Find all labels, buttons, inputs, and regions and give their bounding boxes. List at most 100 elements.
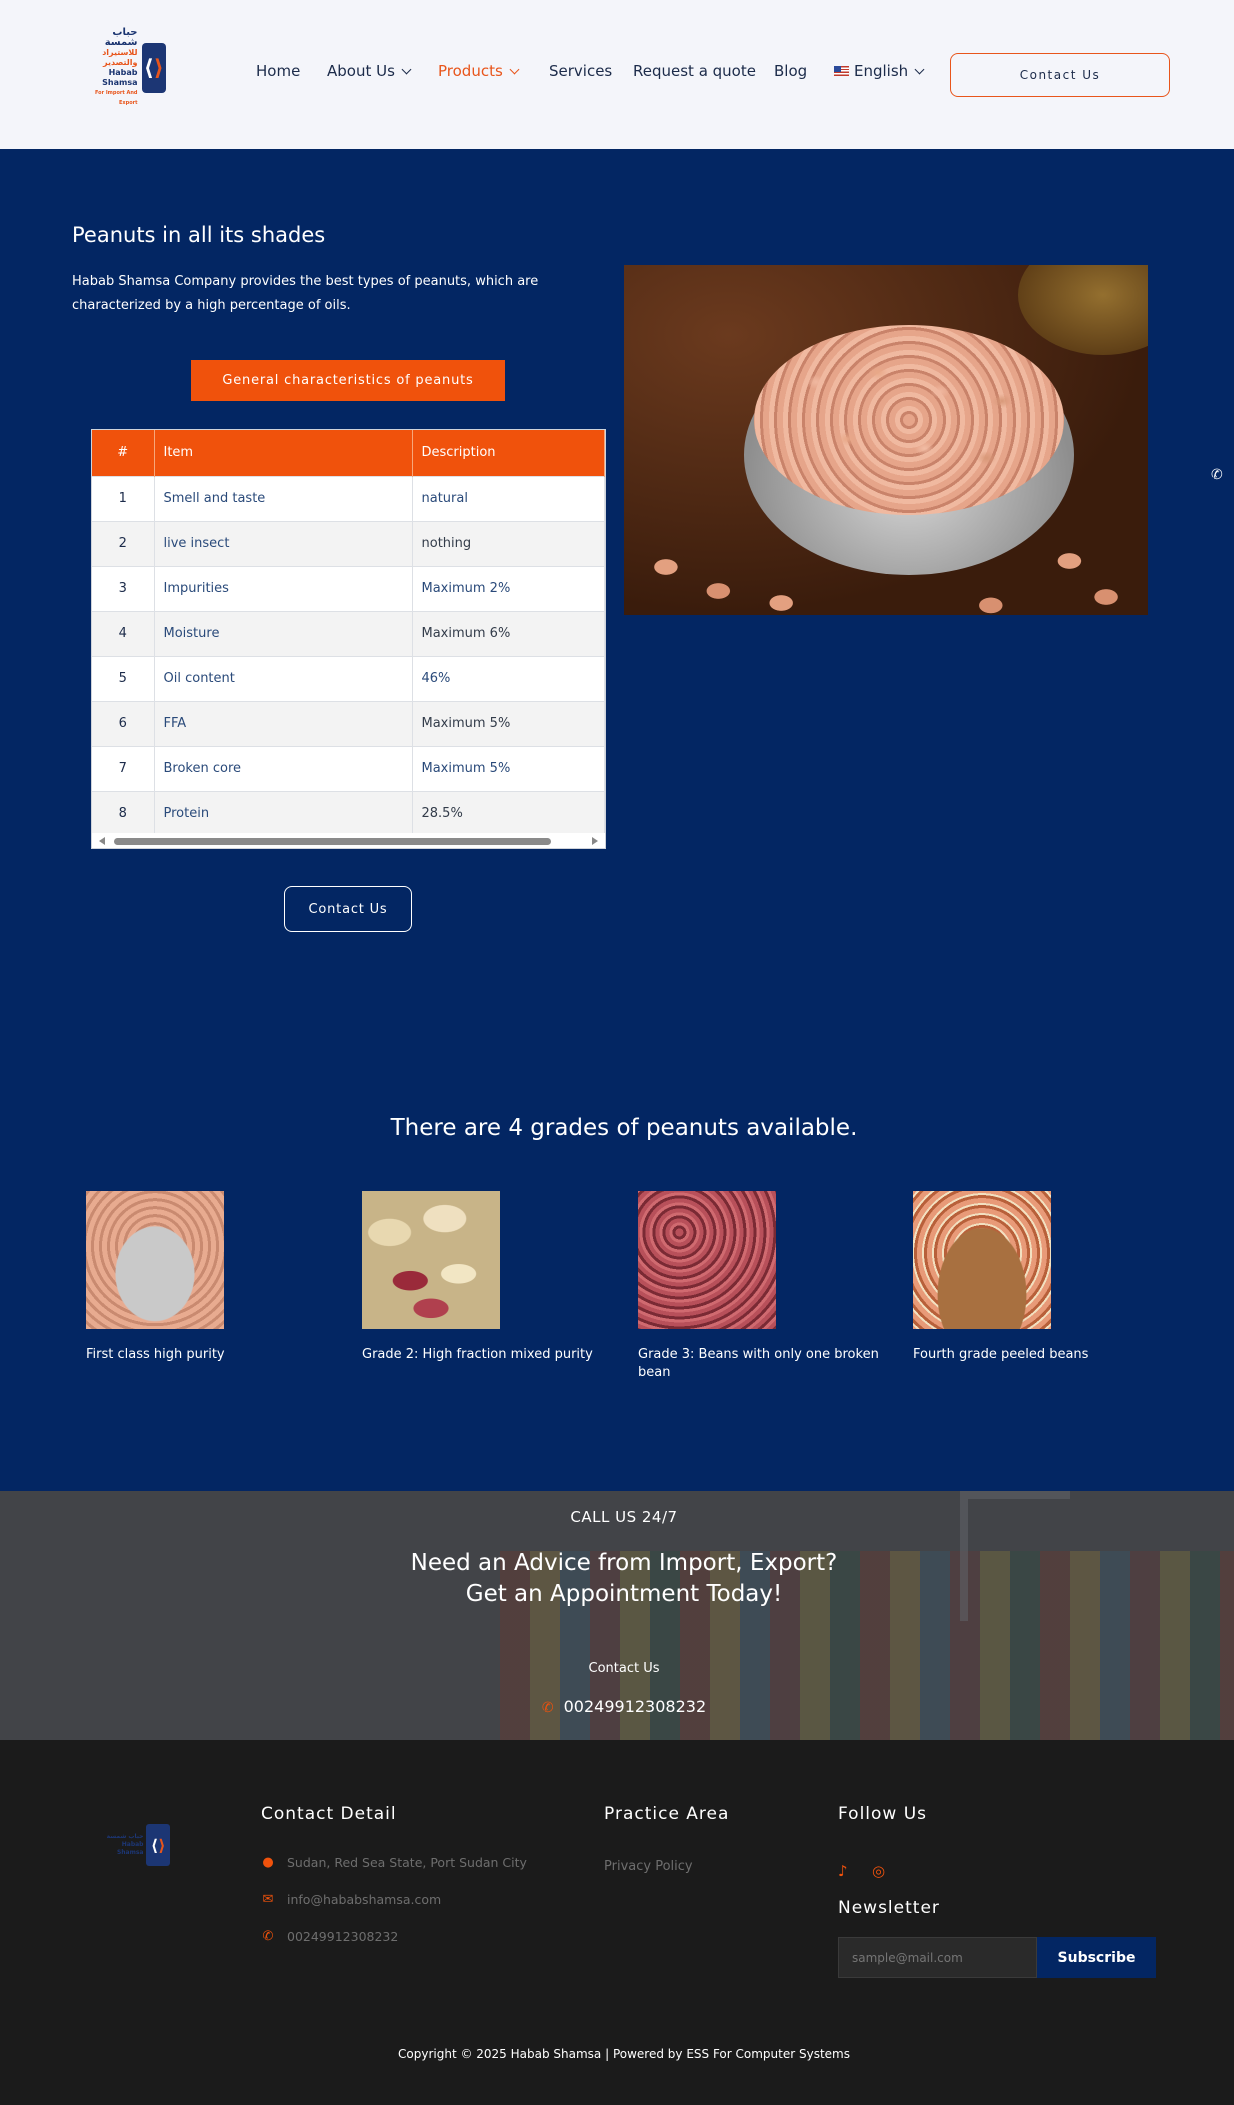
phone-icon: ✆ xyxy=(262,1929,274,1944)
col-header-item: Item xyxy=(154,430,413,476)
privacy-policy-link[interactable]: Privacy Policy xyxy=(604,1859,693,1874)
practice-area-heading: Practice Area xyxy=(604,1804,730,1824)
cell-number: 6 xyxy=(92,700,155,746)
cell-number: 5 xyxy=(92,655,155,701)
subscribe-button[interactable]: Subscribe xyxy=(1037,1937,1156,1978)
phone-icon: ✆ xyxy=(541,1700,554,1716)
cell-item: live insect xyxy=(154,520,413,566)
cell-item: Protein xyxy=(154,790,413,836)
cell-description: 46% xyxy=(412,655,605,701)
cell-item: Smell and taste xyxy=(154,475,413,521)
table-row: 7 Broken core Maximum 5% xyxy=(92,745,605,791)
header-contact-button[interactable]: Contact Us xyxy=(950,53,1170,97)
table-horizontal-scrollbar[interactable] xyxy=(92,833,605,848)
grade-3-image xyxy=(638,1191,776,1329)
cell-description: Maximum 5% xyxy=(412,700,605,746)
grade-caption: Grade 2: High fraction mixed purity xyxy=(362,1347,593,1362)
cell-description: Maximum 5% xyxy=(412,745,605,791)
cell-number: 4 xyxy=(92,610,155,656)
nav-request-quote[interactable]: Request a quote xyxy=(633,62,756,80)
footer-address-text: Sudan, Red Sea State, Port Sudan City xyxy=(287,1855,527,1870)
chevron-down-icon xyxy=(509,64,520,74)
col-header-number: # xyxy=(92,430,155,476)
peanuts-bowl-image xyxy=(624,265,1148,615)
table-row: 2 live insect nothing xyxy=(92,520,605,566)
newsletter-heading: Newsletter xyxy=(838,1898,940,1918)
tiktok-icon[interactable]: ♪ xyxy=(838,1862,848,1880)
cell-item: Moisture xyxy=(154,610,413,656)
footer-logo-mark-icon: ⟨ ⟩ xyxy=(146,1824,170,1866)
scroll-left-arrow-icon[interactable] xyxy=(99,837,105,845)
site-header: حباب شمسة للاستيراد والتصدير Habab Shams… xyxy=(0,0,1234,149)
footer-phone[interactable]: ✆ 00249912308232 xyxy=(261,1929,399,1944)
cta-title-line-2: Get an Appointment Today! xyxy=(465,1581,783,1607)
instagram-icon[interactable]: ◎ xyxy=(872,1862,885,1880)
grade-1-image xyxy=(86,1191,224,1329)
footer-logo-arabic: حباب شمسة xyxy=(106,1833,144,1840)
nav-language[interactable]: English xyxy=(834,62,925,80)
grade-card: Grade 3: Beans with only one broken bean xyxy=(638,1191,888,1382)
characteristics-button[interactable]: General characteristics of peanuts xyxy=(191,360,505,401)
scroll-right-arrow-icon[interactable] xyxy=(592,837,598,845)
cta-phone[interactable]: ✆ 00249912308232 xyxy=(0,1697,1234,1716)
us-flag-icon xyxy=(834,66,849,76)
scrollbar-thumb[interactable] xyxy=(114,838,551,845)
envelope-icon: ✉ xyxy=(262,1892,274,1907)
cta-title: Need an Advice from Import, Export? Get … xyxy=(0,1548,1234,1610)
cta-contact-link[interactable]: Contact Us xyxy=(0,1661,1234,1676)
nav-services-label: Services xyxy=(549,62,613,80)
table-row: 8 Protein 28.5% xyxy=(92,790,605,836)
cell-description: nothing xyxy=(412,520,605,566)
nav-products-label: Products xyxy=(438,62,503,80)
cell-number: 8 xyxy=(92,790,155,836)
logo-tagline: For Import And Export xyxy=(94,90,138,106)
grade-card: First class high purity xyxy=(86,1191,336,1364)
cell-description: 28.5% xyxy=(412,790,605,836)
product-contact-button[interactable]: Contact Us xyxy=(284,886,412,932)
grade-caption: Fourth grade peeled beans xyxy=(913,1347,1089,1362)
nav-about-us-label: About Us xyxy=(327,62,395,80)
cell-number: 7 xyxy=(92,745,155,791)
bowl-background-shape xyxy=(1018,265,1148,355)
cell-description: Maximum 6% xyxy=(412,610,605,656)
cta-title-line-1: Need an Advice from Import, Export? xyxy=(410,1550,838,1576)
table-row: 4 Moisture Maximum 6% xyxy=(92,610,605,656)
cell-number: 3 xyxy=(92,565,155,611)
footer-logo-name: Habab Shamsa xyxy=(116,1841,144,1856)
footer-logo-wordmark: حباب شمسة Habab Shamsa xyxy=(98,1833,144,1857)
nav-blog-label: Blog xyxy=(774,62,808,80)
footer-logo[interactable]: حباب شمسة Habab Shamsa ⟨ ⟩ xyxy=(98,1822,170,1868)
nav-blog[interactable]: Blog xyxy=(774,62,807,80)
product-intro: Habab Shamsa Company provides the best t… xyxy=(72,274,539,313)
footer-email-text: info@hababshamsa.com xyxy=(287,1892,442,1907)
nav-about-us[interactable]: About Us xyxy=(327,62,412,80)
table-row: 3 Impurities Maximum 2% xyxy=(92,565,605,611)
spilled-peanuts xyxy=(624,495,1148,615)
footer-phone-text: 00249912308232 xyxy=(287,1929,399,1944)
cta-eyebrow: CALL US 24/7 xyxy=(570,1508,678,1526)
grade-2-image xyxy=(362,1191,500,1329)
grade-card: Grade 2: High fraction mixed purity xyxy=(362,1191,612,1364)
grade-card: Fourth grade peeled beans xyxy=(913,1191,1163,1364)
cell-item: Broken core xyxy=(154,745,413,791)
cell-item: Impurities xyxy=(154,565,413,611)
grade-caption: Grade 3: Beans with only one broken bean xyxy=(638,1347,879,1380)
newsletter-email-input[interactable] xyxy=(838,1937,1037,1978)
location-pin-icon: ● xyxy=(262,1855,274,1870)
cell-description: natural xyxy=(412,475,605,521)
nav-request-quote-label: Request a quote xyxy=(633,62,756,80)
footer-email[interactable]: ✉ info@hababshamsa.com xyxy=(261,1892,442,1907)
follow-us-heading: Follow Us xyxy=(838,1804,928,1824)
floating-phone-icon[interactable]: ✆ xyxy=(1211,467,1223,483)
nav-services[interactable]: Services xyxy=(549,62,612,80)
characteristics-table[interactable]: # Item Description 1 Smell and taste natur… xyxy=(91,429,606,849)
cell-description: Maximum 2% xyxy=(412,565,605,611)
nav-home[interactable]: Home xyxy=(256,62,300,80)
table-row: 1 Smell and taste natural xyxy=(92,475,605,521)
logo-arabic-name: حباب شمسة xyxy=(104,27,138,48)
table-header-row: # Item Description xyxy=(92,430,605,476)
nav-language-label: English xyxy=(854,62,909,80)
chevron-down-icon xyxy=(914,64,925,74)
cell-item: Oil content xyxy=(154,655,413,701)
nav-products[interactable]: Products xyxy=(438,62,520,80)
